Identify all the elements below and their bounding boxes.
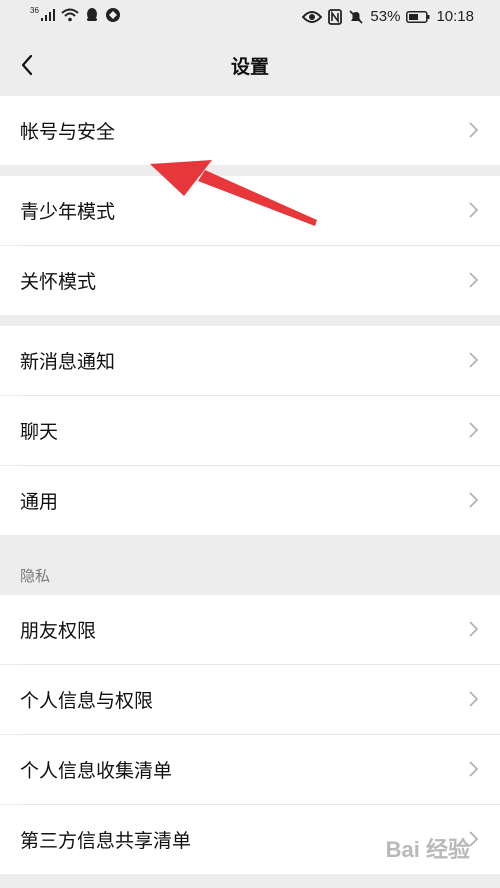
page-title: 设置 (230, 56, 269, 78)
setting-label: 个人信息收集清单 (20, 760, 173, 782)
setting-chat[interactable]: 聊天 (0, 396, 500, 465)
chevron-right-icon (469, 422, 479, 438)
nav-bar: 设置 (0, 36, 500, 94)
setting-label: 新消息通知 (20, 351, 116, 373)
setting-label: 第三方信息共享清单 (20, 830, 192, 852)
chevron-right-icon (469, 202, 479, 218)
chevron-right-icon (469, 492, 479, 508)
status-left: 36 (30, 5, 121, 23)
setting-general[interactable]: 通用 (0, 466, 500, 535)
wifi-icon (61, 8, 79, 22)
network-type: 36 (30, 5, 39, 15)
setting-teen-mode[interactable]: 青少年模式 (0, 176, 500, 245)
signal-icon (40, 9, 55, 21)
setting-label: 青少年模式 (20, 201, 116, 223)
chevron-right-icon (469, 352, 479, 368)
status-bar: 36 53% 10:18 (0, 0, 500, 36)
setting-new-message-notification[interactable]: 新消息通知 (0, 326, 500, 395)
qq-icon (86, 8, 97, 21)
clock: 10:18 (436, 8, 474, 25)
app-icon (105, 8, 120, 22)
mute-bell-icon (349, 9, 364, 24)
status-right: 53% 10:18 (302, 8, 474, 25)
setting-label: 通用 (20, 491, 59, 513)
chevron-right-icon (469, 122, 479, 138)
setting-account-security[interactable]: 帐号与安全 (0, 96, 500, 165)
chevron-right-icon (469, 272, 479, 288)
chevron-right-icon (469, 621, 479, 637)
setting-label: 帐号与安全 (20, 121, 116, 143)
baidu-watermark: Bai 经验 (385, 837, 470, 862)
section-header-privacy: 隐私 (20, 567, 51, 585)
battery-icon (406, 10, 430, 23)
chevron-right-icon (469, 761, 479, 777)
setting-care-mode[interactable]: 关怀模式 (0, 246, 500, 315)
setting-personal-info-collection[interactable]: 个人信息收集清单 (0, 735, 500, 804)
setting-label: 关怀模式 (20, 271, 97, 293)
chevron-right-icon (469, 691, 479, 707)
setting-friend-permissions[interactable]: 朋友权限 (0, 595, 500, 664)
nfc-icon (328, 8, 343, 25)
setting-label: 聊天 (20, 421, 59, 443)
eye-icon (302, 10, 323, 23)
battery-percent: 53% (370, 8, 401, 25)
setting-label: 朋友权限 (20, 620, 97, 642)
setting-label: 个人信息与权限 (20, 690, 154, 712)
setting-personal-info-permissions[interactable]: 个人信息与权限 (0, 665, 500, 734)
